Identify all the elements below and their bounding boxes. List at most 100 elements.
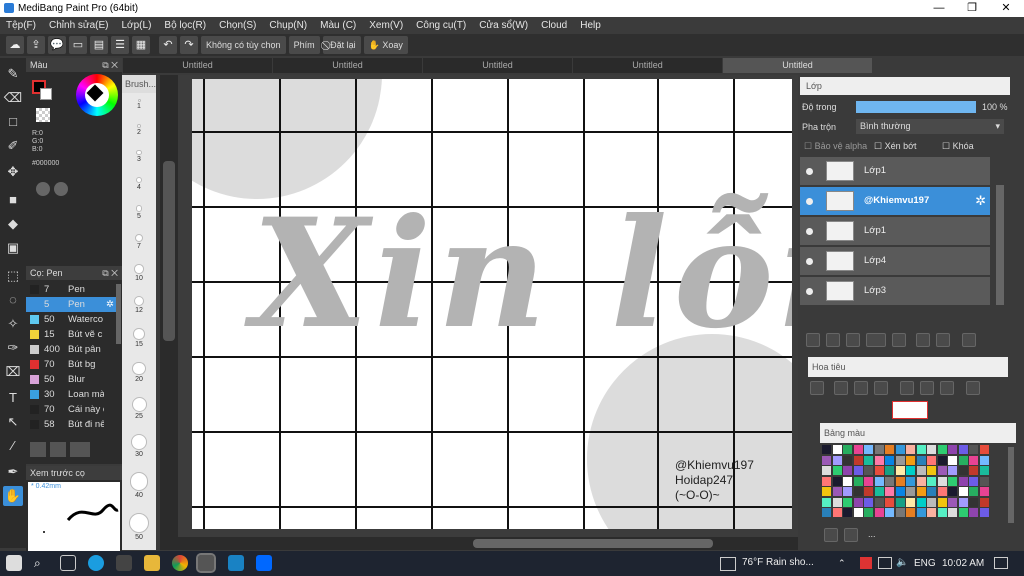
palette-swatch[interactable] bbox=[874, 476, 884, 486]
clock[interactable]: 10:02 AM bbox=[942, 558, 984, 569]
brush-size-dot[interactable] bbox=[136, 150, 142, 156]
tab-untitled-2[interactable]: Untitled bbox=[273, 58, 422, 73]
palette-swatch[interactable] bbox=[885, 445, 894, 454]
palette-swatch[interactable] bbox=[969, 476, 978, 486]
palette-swatch[interactable] bbox=[916, 445, 926, 454]
palette-swatch[interactable] bbox=[853, 508, 863, 517]
brush-item[interactable]: 50 Waterco bbox=[26, 312, 116, 327]
notifications-icon[interactable] bbox=[994, 557, 1008, 569]
palette-swatch[interactable] bbox=[937, 508, 947, 517]
palette-swatch[interactable] bbox=[832, 476, 842, 486]
palette-swatch[interactable] bbox=[895, 466, 905, 475]
eyedropper-icon[interactable]: ✒ bbox=[3, 462, 23, 482]
layer-row[interactable]: Lớp1 bbox=[800, 157, 990, 186]
palette-swatch[interactable] bbox=[937, 497, 947, 507]
select-tool-icon[interactable]: ⬚ bbox=[3, 266, 23, 286]
palette-swatch[interactable] bbox=[853, 445, 863, 454]
palette-swatch[interactable] bbox=[885, 487, 894, 496]
palette-swatch[interactable] bbox=[937, 466, 947, 475]
menu-help[interactable]: Help bbox=[580, 20, 601, 31]
tab-untitled-1[interactable]: Untitled bbox=[123, 58, 272, 73]
eye-icon[interactable] bbox=[806, 258, 813, 265]
brush-item[interactable]: 7 Pen bbox=[26, 282, 116, 297]
duplicate-layer-icon[interactable] bbox=[916, 333, 930, 347]
cloud-icon[interactable]: ☁ bbox=[6, 36, 24, 54]
clip-checkbox[interactable]: ☐ Xén bớt bbox=[874, 141, 917, 152]
palette-swatch[interactable] bbox=[832, 466, 842, 475]
palette-swatch[interactable] bbox=[822, 455, 831, 465]
palette-swatch[interactable] bbox=[874, 487, 884, 496]
select-eraser-icon[interactable]: ⌧ bbox=[3, 362, 23, 382]
new-layer-icon[interactable] bbox=[806, 333, 820, 347]
palette-swatch[interactable] bbox=[895, 497, 905, 507]
move-tool-icon[interactable]: ✥ bbox=[3, 162, 23, 182]
palette-swatch[interactable] bbox=[948, 466, 957, 475]
zoom-in-icon[interactable] bbox=[810, 381, 824, 395]
palette-swatch[interactable] bbox=[895, 487, 905, 496]
palette-swatch[interactable] bbox=[969, 497, 978, 507]
palette-swatch[interactable] bbox=[864, 476, 873, 486]
protect-alpha-checkbox[interactable]: ☐ Bảo vệ alpha bbox=[804, 141, 867, 152]
palette-add-icon[interactable] bbox=[824, 528, 838, 542]
palette-swatch[interactable] bbox=[906, 445, 915, 454]
vertical-scroll-thumb[interactable] bbox=[163, 161, 175, 341]
brush-size-dot[interactable] bbox=[136, 177, 142, 184]
brush-menu-icon[interactable] bbox=[70, 442, 90, 457]
palette-swatch[interactable] bbox=[979, 476, 989, 486]
tab-untitled-5[interactable]: Untitled bbox=[723, 58, 872, 73]
canvas-area[interactable]: Xin lỗi @Khiemvu197 Hoidap247 (~O-O)~ bbox=[178, 75, 798, 537]
palette-swatch[interactable] bbox=[958, 497, 968, 507]
horizontal-scroll-thumb[interactable] bbox=[473, 539, 713, 548]
chrome-icon[interactable] bbox=[172, 555, 188, 571]
brush-size-dot[interactable] bbox=[132, 361, 146, 375]
palette-swatch[interactable] bbox=[885, 497, 894, 507]
skype-icon[interactable] bbox=[228, 555, 244, 571]
palette-swatch[interactable] bbox=[843, 476, 852, 486]
palette-swatch[interactable] bbox=[906, 497, 915, 507]
rotate-left-icon[interactable] bbox=[900, 381, 914, 395]
palette-swatch[interactable] bbox=[843, 455, 852, 465]
reset-button[interactable]: ⃠ Đặt lại bbox=[322, 36, 361, 54]
palette-swatch[interactable] bbox=[979, 487, 989, 496]
zalo-icon[interactable] bbox=[256, 555, 272, 571]
palette-swatch[interactable] bbox=[853, 455, 863, 465]
menu-color[interactable]: Màu (C) bbox=[320, 20, 356, 31]
palette-swatch[interactable] bbox=[864, 487, 873, 496]
palette-more[interactable]: ... bbox=[868, 529, 876, 539]
tab-untitled-4[interactable]: Untitled bbox=[573, 58, 722, 73]
hand-tool-icon[interactable]: ✋ bbox=[3, 486, 23, 506]
palette-swatch[interactable] bbox=[885, 508, 894, 517]
palette-swatch[interactable] bbox=[958, 487, 968, 496]
palette-swatch[interactable] bbox=[927, 466, 936, 475]
new-8bit-layer-icon[interactable] bbox=[846, 333, 860, 347]
list-icon[interactable]: ☰ bbox=[111, 36, 129, 54]
weather-icon[interactable] bbox=[720, 557, 736, 571]
palette-swatch[interactable] bbox=[895, 445, 905, 454]
canvas-horizontal-scroll[interactable] bbox=[178, 537, 798, 550]
store-icon[interactable] bbox=[116, 555, 132, 571]
volume-icon[interactable]: 🔈 bbox=[896, 557, 908, 568]
brush-add-icon[interactable] bbox=[30, 442, 46, 457]
new-halftone-layer-icon[interactable] bbox=[826, 333, 840, 347]
palette-swatch[interactable] bbox=[822, 476, 831, 486]
palette-swatch[interactable] bbox=[916, 466, 926, 475]
grid-icon[interactable]: ▦ bbox=[132, 36, 150, 54]
drawing-canvas[interactable]: Xin lỗi @Khiemvu197 Hoidap247 (~O-O)~ bbox=[192, 79, 792, 529]
magic-wand-icon[interactable]: ✧ bbox=[3, 314, 23, 334]
palette-swatch[interactable] bbox=[979, 445, 989, 454]
brush-tool-icon[interactable]: ✎ bbox=[3, 64, 23, 84]
menu-tools[interactable]: Công cụ(T) bbox=[416, 20, 466, 31]
palette-swatch[interactable] bbox=[874, 445, 884, 454]
palette-swatch[interactable] bbox=[864, 497, 873, 507]
layer-row[interactable]: @Khiemvu197 ✲ bbox=[800, 187, 990, 216]
palette-swatch[interactable] bbox=[916, 476, 926, 486]
brush-scrollbar[interactable] bbox=[116, 284, 121, 344]
palette-swatch[interactable] bbox=[853, 476, 863, 486]
brush-item[interactable]: 58 Bút đi nê bbox=[26, 417, 116, 432]
palette-swatch[interactable] bbox=[843, 487, 852, 496]
eye-icon[interactable] bbox=[806, 228, 813, 235]
palette-swatch[interactable] bbox=[822, 508, 831, 517]
eye-icon[interactable] bbox=[806, 198, 813, 205]
palette-swatch[interactable] bbox=[853, 466, 863, 475]
palette-swatch[interactable] bbox=[927, 487, 936, 496]
